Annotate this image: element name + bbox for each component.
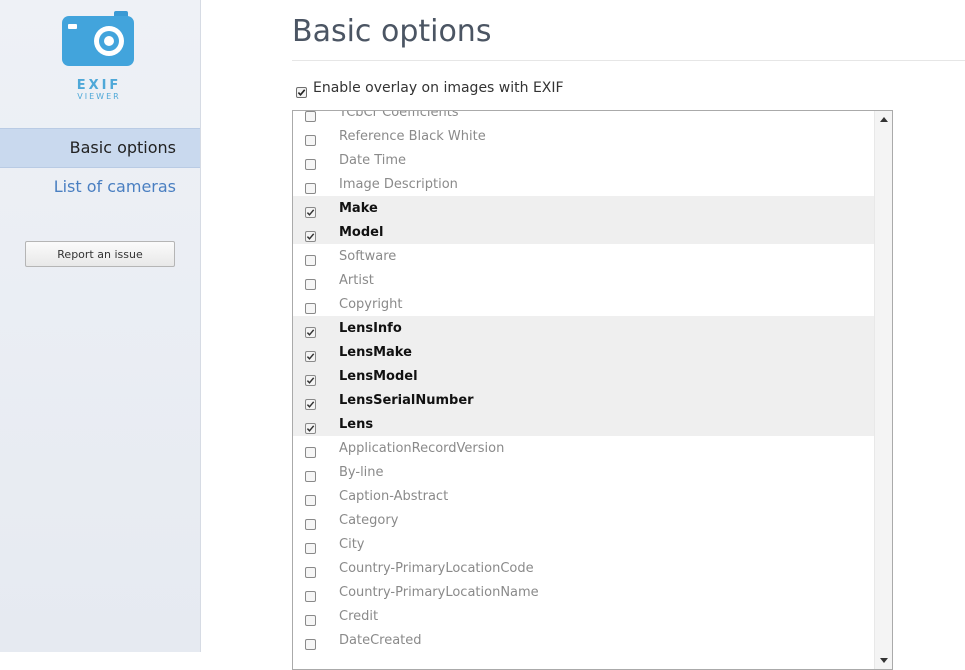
field-label: Make: [339, 200, 378, 216]
list-item[interactable]: Copyright: [293, 292, 876, 316]
list-item[interactable]: Category: [293, 508, 876, 532]
field-label: Reference Black White: [339, 128, 486, 144]
list-item[interactable]: Make: [293, 196, 876, 220]
title-divider: [292, 60, 965, 61]
field-checkbox[interactable]: [305, 275, 316, 290]
list-item[interactable]: Model: [293, 220, 876, 244]
field-checkbox[interactable]: [305, 467, 316, 482]
field-label: LensModel: [339, 368, 418, 384]
field-label: Model: [339, 224, 384, 240]
field-checkbox[interactable]: [305, 203, 316, 218]
field-checkbox[interactable]: [305, 227, 316, 242]
field-checkbox[interactable]: [305, 539, 316, 554]
field-checkbox[interactable]: [305, 299, 316, 314]
field-label: DateCreated: [339, 632, 422, 648]
field-checkbox[interactable]: [305, 419, 316, 434]
sidebar-item-basic-options[interactable]: Basic options: [0, 128, 200, 168]
list-item[interactable]: Date Time: [293, 148, 876, 172]
logo-line2: VIEWER: [77, 92, 121, 101]
field-label: ApplicationRecordVersion: [339, 440, 505, 456]
list-item[interactable]: LensInfo: [293, 316, 876, 340]
field-label: Category: [339, 512, 399, 528]
list-item[interactable]: Caption-Abstract: [293, 484, 876, 508]
field-checkbox[interactable]: [305, 587, 316, 602]
list-item[interactable]: Reference Black White: [293, 124, 876, 148]
field-label: LensSerialNumber: [339, 392, 474, 408]
report-issue-button[interactable]: Report an issue: [25, 241, 175, 267]
field-label: YCbCr Coefficients: [339, 110, 459, 120]
field-checkbox[interactable]: [305, 323, 316, 338]
sidebar-item-list-of-cameras[interactable]: List of cameras: [0, 168, 200, 206]
scroll-up-arrow-icon[interactable]: [880, 117, 888, 122]
list-item[interactable]: Image Description: [293, 172, 876, 196]
enable-overlay-checkbox[interactable]: [296, 83, 307, 98]
field-checkbox[interactable]: [305, 155, 316, 170]
field-checkbox[interactable]: [305, 443, 316, 458]
field-checkbox[interactable]: [305, 111, 316, 122]
list-item[interactable]: YCbCr Coefficients: [293, 110, 876, 124]
list-item[interactable]: ApplicationRecordVersion: [293, 436, 876, 460]
list-item[interactable]: LensMake: [293, 340, 876, 364]
list-item[interactable]: City: [293, 532, 876, 556]
field-label: Lens: [339, 416, 374, 432]
field-checkbox[interactable]: [305, 611, 316, 626]
main-content: Basic options Enable overlay on images w…: [201, 0, 965, 670]
field-label: LensMake: [339, 344, 412, 360]
field-checkbox[interactable]: [305, 347, 316, 362]
field-label: LensInfo: [339, 320, 402, 336]
field-checkbox[interactable]: [305, 131, 316, 146]
field-label: Date Time: [339, 152, 407, 168]
exif-field-list[interactable]: YCbCr Coefficients Reference Black White D…: [292, 110, 893, 670]
sidebar-nav: Basic options List of cameras: [0, 128, 200, 206]
list-item[interactable]: Country-PrimaryLocationCode: [293, 556, 876, 580]
list-item[interactable]: DateCreated: [293, 628, 876, 652]
list-item[interactable]: LensModel: [293, 364, 876, 388]
field-label: Software: [339, 248, 397, 264]
enable-overlay-label: Enable overlay on images with EXIF: [313, 80, 564, 96]
sidebar: EXIF VIEWER Basic options List of camera…: [0, 0, 201, 652]
field-label: Credit: [339, 608, 379, 624]
list-item[interactable]: Country-PrimaryLocationName: [293, 580, 876, 604]
field-label: City: [339, 536, 365, 552]
field-label: Image Description: [339, 176, 458, 192]
field-checkbox[interactable]: [305, 251, 316, 266]
field-label: Country-PrimaryLocationCode: [339, 560, 534, 576]
scroll-down-arrow-icon[interactable]: [880, 658, 888, 663]
logo-wordmark: EXIF VIEWER: [64, 78, 134, 102]
enable-overlay-row[interactable]: Enable overlay on images with EXIF: [296, 78, 564, 98]
field-checkbox[interactable]: [305, 179, 316, 194]
field-checkbox[interactable]: [305, 491, 316, 506]
list-item[interactable]: Credit: [293, 604, 876, 628]
list-scrollbar[interactable]: [874, 111, 892, 669]
field-checkbox[interactable]: [305, 371, 316, 386]
page-title: Basic options: [292, 14, 492, 49]
exif-field-list-inner: YCbCr Coefficients Reference Black White D…: [293, 110, 876, 652]
field-label: Copyright: [339, 296, 403, 312]
list-item[interactable]: LensSerialNumber: [293, 388, 876, 412]
field-label: Artist: [339, 272, 374, 288]
field-label: Country-PrimaryLocationName: [339, 584, 539, 600]
logo-line1: EXIF: [76, 78, 122, 93]
field-label: By-line: [339, 464, 384, 480]
field-checkbox[interactable]: [305, 395, 316, 410]
list-item[interactable]: Lens: [293, 412, 876, 436]
field-checkbox[interactable]: [305, 563, 316, 578]
field-checkbox[interactable]: [305, 515, 316, 530]
field-checkbox[interactable]: [305, 635, 316, 650]
camera-logo-icon: [62, 10, 134, 66]
field-label: Caption-Abstract: [339, 488, 449, 504]
list-item[interactable]: By-line: [293, 460, 876, 484]
list-item[interactable]: Software: [293, 244, 876, 268]
list-item[interactable]: Artist: [293, 268, 876, 292]
